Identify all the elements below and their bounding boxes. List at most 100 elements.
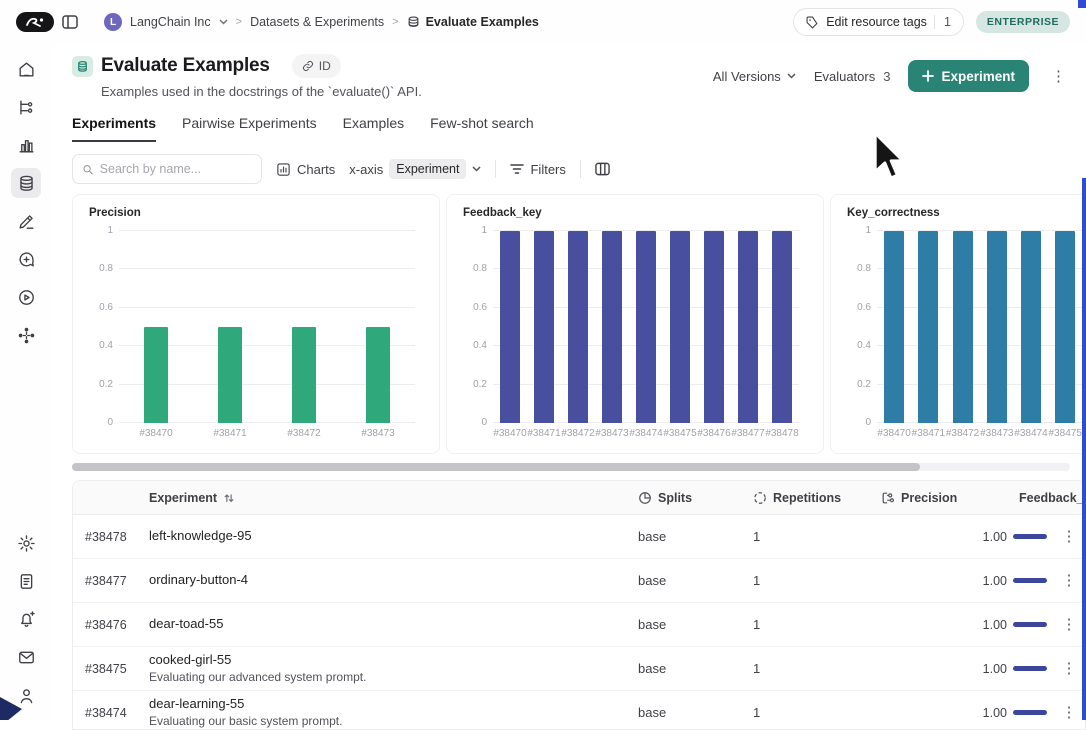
horizontal-scrollbar[interactable] <box>72 463 1070 471</box>
tracing-projects-icon[interactable] <box>11 92 41 122</box>
row-menu-button[interactable]: ⋮ <box>1058 570 1081 591</box>
bar[interactable] <box>738 231 758 423</box>
bar[interactable] <box>500 231 520 423</box>
tab-pairwise-experiments[interactable]: Pairwise Experiments <box>182 115 317 142</box>
table-header: Experiment Splits Repetitions Precision … <box>73 481 1085 515</box>
y-axis-tick: 1 <box>481 225 487 236</box>
org-avatar[interactable]: L <box>104 13 122 31</box>
docs-icon[interactable] <box>11 566 41 596</box>
evaluators-button[interactable]: Evaluators 3 <box>814 69 891 84</box>
breadcrumb-org[interactable]: LangChain Inc <box>130 15 211 29</box>
copy-id-button[interactable]: ID <box>291 54 341 78</box>
table-row[interactable]: #38475 cooked-girl-55 Evaluating our adv… <box>73 647 1085 691</box>
x-axis-tick: #38473 <box>980 428 1014 439</box>
bar[interactable] <box>884 231 905 423</box>
bar[interactable] <box>218 327 242 423</box>
sidebar-toggle-icon[interactable] <box>62 15 78 29</box>
evaluators-count: 3 <box>883 68 891 84</box>
breadcrumb-section[interactable]: Datasets & Experiments <box>250 15 384 29</box>
tab-examples[interactable]: Examples <box>343 115 404 142</box>
experiment-id[interactable]: #38476 <box>73 618 137 632</box>
search-input[interactable] <box>99 162 252 176</box>
bar[interactable] <box>144 327 168 423</box>
bar[interactable] <box>366 327 390 423</box>
tab-few-shot-search[interactable]: Few-shot search <box>430 115 533 142</box>
sort-icon[interactable] <box>223 492 235 504</box>
columns-button[interactable] <box>595 162 610 176</box>
experiment-id[interactable]: #38478 <box>73 530 137 544</box>
page-menu-button[interactable]: ⋮ <box>1047 67 1070 86</box>
row-menu-button[interactable]: ⋮ <box>1058 658 1081 679</box>
annotation-icon[interactable] <box>11 206 41 236</box>
experiment-id[interactable]: #38475 <box>73 662 137 676</box>
mail-icon[interactable] <box>11 642 41 672</box>
new-experiment-button[interactable]: Experiment <box>908 60 1029 92</box>
column-splits[interactable]: Splits <box>638 491 753 505</box>
notifications-icon[interactable] <box>11 604 41 634</box>
bar[interactable] <box>534 231 554 423</box>
y-axis-tick: 0.8 <box>857 263 871 275</box>
bar[interactable] <box>1055 231 1076 423</box>
repetitions-value: 1 <box>753 617 761 632</box>
bar[interactable] <box>952 231 973 423</box>
feedback-cell: 1.00 <box>973 530 1051 544</box>
column-feedback[interactable]: Feedback_key <box>973 491 1085 505</box>
experiment-name[interactable]: left-knowledge-95 <box>149 528 638 544</box>
feedback-score: 1.00 <box>982 705 1007 720</box>
column-repetitions[interactable]: Repetitions <box>753 491 881 505</box>
column-precision[interactable]: Precision <box>881 491 973 505</box>
deployments-icon[interactable] <box>11 320 41 350</box>
experiment-name[interactable]: dear-toad-55 <box>149 616 638 632</box>
bar[interactable] <box>602 231 622 423</box>
chevron-down-icon[interactable] <box>219 19 228 25</box>
monitoring-icon[interactable] <box>11 130 41 160</box>
bar[interactable] <box>568 231 588 423</box>
table-row[interactable]: #38478 left-knowledge-95 base 1 1.00 ⋮ <box>73 515 1085 559</box>
table-row[interactable]: #38474 dear-learning-55 Evaluating our b… <box>73 691 1085 729</box>
versions-dropdown[interactable]: All Versions <box>713 69 796 84</box>
y-axis-tick: 1 <box>865 225 871 236</box>
experiment-name[interactable]: ordinary-button-4 <box>149 572 638 588</box>
playground-icon[interactable] <box>11 282 41 312</box>
prompts-icon[interactable] <box>11 244 41 274</box>
row-menu-button[interactable]: ⋮ <box>1058 614 1081 635</box>
column-experiment[interactable]: Experiment <box>137 491 638 505</box>
chart-feedback-key[interactable]: Feedback_key 0 0.2 0.4 0.6 0.8 1 #38470 #38471… <box>446 194 824 454</box>
bar[interactable] <box>704 231 724 423</box>
y-axis-tick: 0.4 <box>857 340 871 352</box>
scrollbar-thumb[interactable] <box>72 463 921 471</box>
experiment-id[interactable]: #38474 <box>73 706 137 720</box>
table-row[interactable]: #38477 ordinary-button-4 base 1 1.00 ⋮ <box>73 559 1085 603</box>
bar[interactable] <box>986 231 1007 423</box>
tab-experiments[interactable]: Experiments <box>72 115 157 142</box>
charts-button[interactable]: Charts <box>276 162 335 177</box>
datasets-icon[interactable] <box>11 168 41 198</box>
xaxis-select[interactable]: x-axis Experiment <box>349 159 482 179</box>
bar[interactable] <box>636 231 656 423</box>
bar[interactable] <box>670 231 690 423</box>
splits-value: base <box>638 705 667 720</box>
breadcrumb-page[interactable]: Evaluate Examples <box>426 15 539 29</box>
y-axis-tick: 0.8 <box>99 263 113 275</box>
experiment-name[interactable]: cooked-girl-55 <box>149 652 638 668</box>
bar[interactable] <box>918 231 939 423</box>
bar[interactable] <box>772 231 792 423</box>
row-menu-button[interactable]: ⋮ <box>1058 526 1081 547</box>
x-axis-tick: #38472 <box>561 428 595 439</box>
x-axis-tick: #38475 <box>1048 428 1082 439</box>
home-icon[interactable] <box>11 54 41 84</box>
bar[interactable] <box>1020 231 1041 423</box>
langsmith-logo[interactable] <box>16 12 54 32</box>
bar[interactable] <box>292 327 316 423</box>
chart-precision[interactable]: Precision 0 0.2 0.4 0.6 0.8 1 #38470 #38471 #38… <box>72 194 440 454</box>
filters-button[interactable]: Filters <box>510 162 566 177</box>
breadcrumb-separator: > <box>235 16 243 28</box>
edit-resource-tags-button[interactable]: Edit resource tags 1 <box>793 8 964 36</box>
table-row[interactable]: #38476 dear-toad-55 base 1 1.00 ⋮ <box>73 603 1085 647</box>
settings-icon[interactable] <box>11 528 41 558</box>
chart-key-correctness[interactable]: Key_correctness 0 0.2 0.4 0.6 0.8 1 #38470 #38… <box>830 194 1086 454</box>
experiment-id[interactable]: #38477 <box>73 574 137 588</box>
experiment-name[interactable]: dear-learning-55 <box>149 696 638 712</box>
chart-x-labels: #38470#38471#38472#38473#38474#38475#384… <box>877 428 1086 439</box>
x-axis-tick: #38476 <box>697 428 731 439</box>
